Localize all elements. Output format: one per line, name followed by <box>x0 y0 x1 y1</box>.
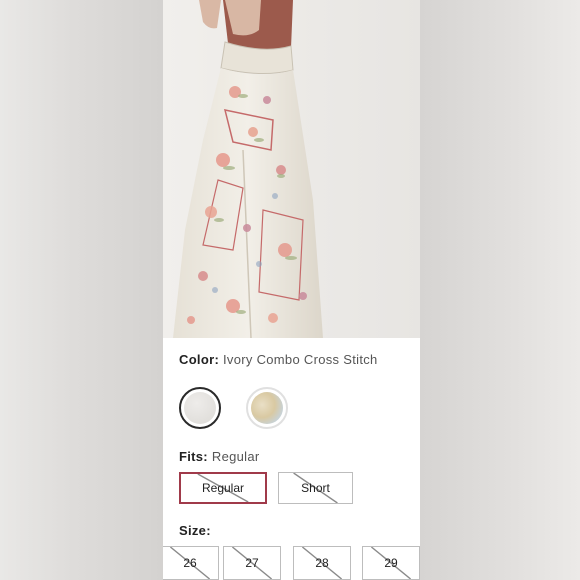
floral-swatch-fill <box>251 392 283 424</box>
size-label: Size: <box>179 523 211 538</box>
product-photo <box>163 0 420 338</box>
fit-regular-button[interactable]: Regular <box>179 472 267 504</box>
size-29-button[interactable]: 29 <box>362 546 420 580</box>
product-card: Color: Ivory Combo Cross Stitch Fits: Re… <box>163 0 420 580</box>
background-right <box>420 0 580 580</box>
size-27-label: 27 <box>245 556 259 570</box>
floral-swatch-button[interactable] <box>246 387 288 429</box>
ivory-swatch-fill <box>184 392 216 424</box>
fits-row: Fits: Regular <box>179 449 260 464</box>
fit-short-label: Short <box>301 481 330 495</box>
fit-short-button[interactable]: Short <box>278 472 353 504</box>
color-label: Color: <box>179 352 220 367</box>
size-28-label: 28 <box>315 556 329 570</box>
fits-label: Fits: <box>179 449 208 464</box>
ivory-swatch-button[interactable] <box>179 387 221 429</box>
fits-value: Regular <box>211 449 260 464</box>
size-29-label: 29 <box>384 556 398 570</box>
fit-regular-label: Regular <box>201 481 245 495</box>
model-wearing-pants-image <box>163 0 420 338</box>
size-28-button[interactable]: 28 <box>293 546 351 580</box>
color-value: Ivory Combo Cross Stitch <box>223 352 378 367</box>
size-26-button[interactable]: 26 <box>163 546 219 580</box>
size-27-button[interactable]: 27 <box>223 546 281 580</box>
background-left <box>0 0 163 580</box>
size-26-label: 26 <box>183 556 197 570</box>
color-row: Color: Ivory Combo Cross Stitch <box>179 352 378 367</box>
